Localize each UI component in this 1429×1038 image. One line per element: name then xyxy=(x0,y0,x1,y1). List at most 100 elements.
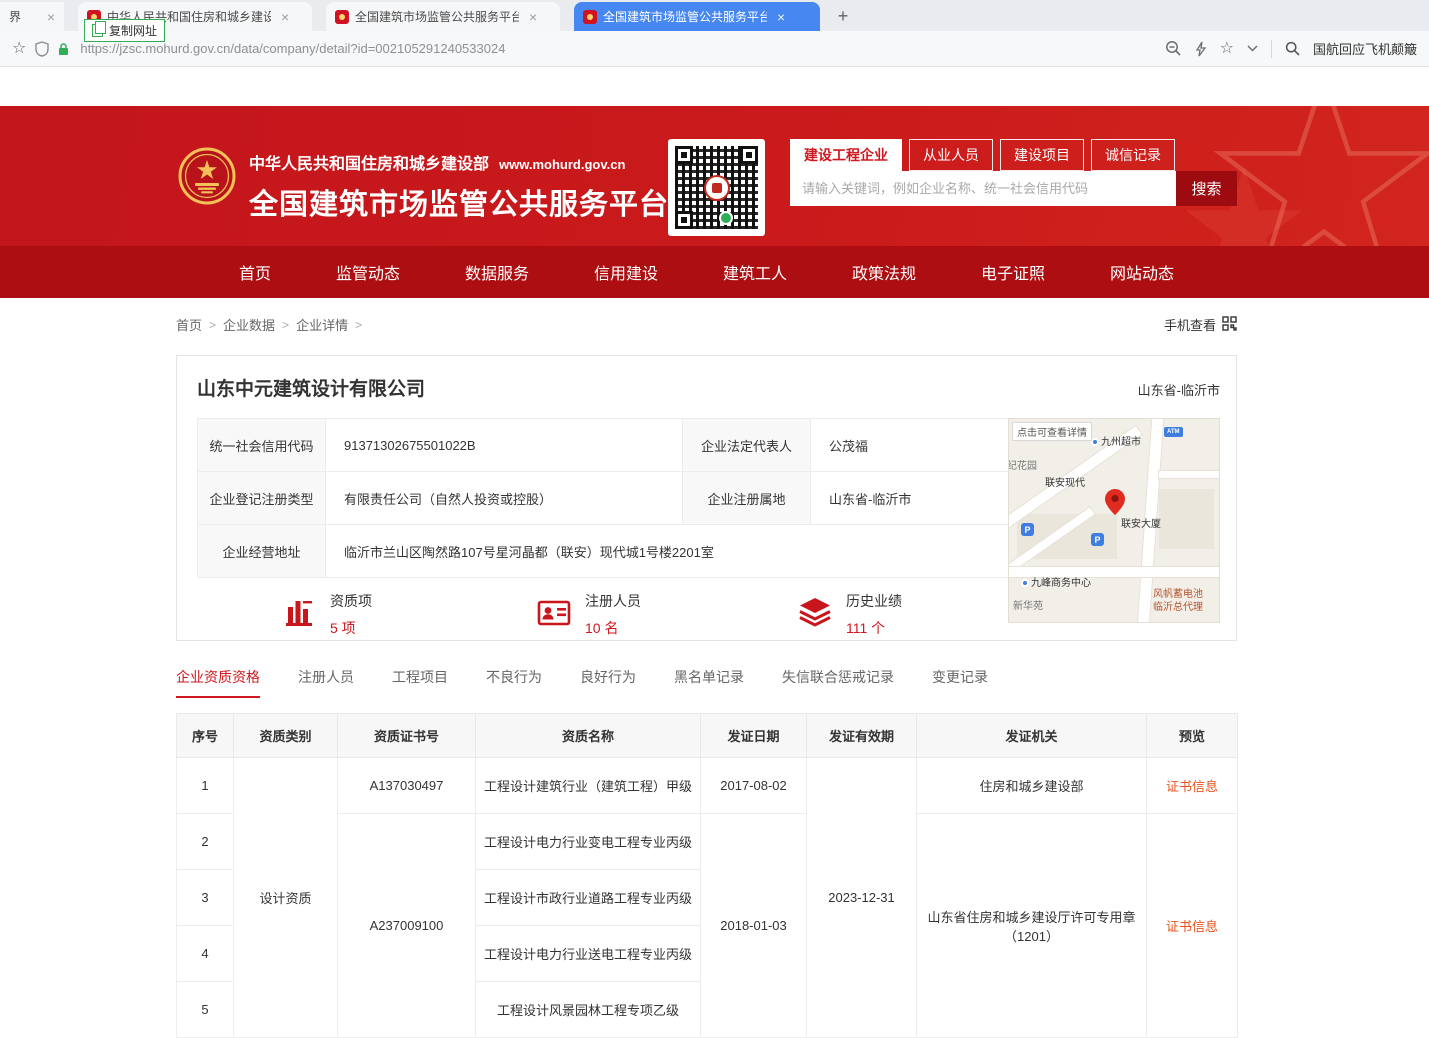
cell-qual-name: 工程设计风景园林工程专项乙级 xyxy=(476,982,701,1038)
ministry-url: www.mohurd.gov.cn xyxy=(499,157,625,172)
site-title: 全国建筑市场监管公共服务平台 xyxy=(249,181,669,223)
cell-authority: 山东省住房和城乡建设厅许可专用章（1201） xyxy=(917,814,1147,1038)
address-url[interactable]: https://jzsc.mohurd.gov.cn/data/company/… xyxy=(80,41,505,56)
tab-close-icon[interactable]: × xyxy=(47,10,55,24)
cell-qual-name: 工程设计电力行业变电工程专业丙级 xyxy=(476,814,701,870)
header-authority: 发证机关 xyxy=(917,714,1147,758)
cell-qual-name: 工程设计建筑行业（建筑工程）甲级 xyxy=(476,758,701,814)
company-location-map[interactable]: 点击可查看详情 九州超市 ATM 纪花园 联安现代 联安大厦 P P 九峰商务中… xyxy=(1008,418,1220,623)
nav-item-site-news[interactable]: 网站动态 xyxy=(1110,260,1174,284)
chevron-down-icon[interactable] xyxy=(1247,45,1258,52)
company-name: 山东中元建筑设计有限公司 xyxy=(197,374,425,401)
breadcrumb-separator: > xyxy=(209,318,216,332)
stat-value: 111 个 xyxy=(846,618,902,638)
tab-dishonesty-records[interactable]: 失信联合惩戒记录 xyxy=(782,667,894,698)
breadcrumb-company-detail: 企业详情 xyxy=(296,315,348,334)
nav-item-data-services[interactable]: 数据服务 xyxy=(465,260,529,284)
breadcrumb: 首页 > 企业数据 > 企业详情 > 手机查看 xyxy=(176,315,1237,334)
star-decoration xyxy=(1209,106,1429,246)
legal-rep-label: 企业法定代表人 xyxy=(683,419,811,472)
stat-historical-performance[interactable]: 历史业绩 111 个 xyxy=(719,591,980,638)
id-card-icon xyxy=(536,595,572,634)
browser-tab-jzsc-1[interactable]: 全国建筑市场监管公共服务平台 × xyxy=(326,2,560,31)
breadcrumb-company-data[interactable]: 企业数据 xyxy=(223,315,275,334)
stat-value: 10 名 xyxy=(585,618,641,638)
bookmark-star-icon[interactable]: ☆ xyxy=(12,41,26,57)
reg-region-label: 企业注册属地 xyxy=(683,472,811,525)
address-label: 企业经营地址 xyxy=(198,525,326,578)
address-bar-actions: ☆ 国航回应飞机颠簸 xyxy=(1165,39,1417,58)
qr-grid-icon xyxy=(1222,316,1237,334)
company-info-table: 统一社会信用代码 91371302675501022B 企业法定代表人 公茂福 … xyxy=(197,418,1027,578)
tab-change-records[interactable]: 变更记录 xyxy=(932,667,988,698)
breadcrumb-home[interactable]: 首页 xyxy=(176,315,202,334)
cell-preview: 证书信息 xyxy=(1147,814,1238,1038)
certificate-info-link[interactable]: 证书信息 xyxy=(1166,779,1218,794)
site-brand: 中华人民共和国住房和城乡建设部 www.mohurd.gov.cn 全国建筑市场… xyxy=(178,147,669,223)
map-poi-supermarket: 九州超市 xyxy=(1091,433,1141,448)
lightning-icon[interactable] xyxy=(1195,41,1207,57)
tab-projects[interactable]: 工程项目 xyxy=(392,667,448,698)
zoom-out-icon[interactable] xyxy=(1165,40,1182,57)
tab-qualifications[interactable]: 企业资质资格 xyxy=(176,667,260,698)
shield-icon[interactable] xyxy=(35,41,49,57)
poi-dot-icon xyxy=(1021,579,1029,587)
tab-good-behavior[interactable]: 良好行为 xyxy=(580,667,636,698)
map-poi-lianan-modern: 联安现代 xyxy=(1045,474,1085,489)
copy-icon xyxy=(92,24,103,37)
keyword-search-input[interactable] xyxy=(790,171,1176,206)
header-category: 资质类别 xyxy=(234,714,338,758)
tab-close-icon[interactable]: × xyxy=(529,10,537,24)
tab-title: 全国建筑市场监管公共服务平台 xyxy=(355,8,519,25)
search-tab-credit-records[interactable]: 诚信记录 xyxy=(1091,139,1175,171)
nav-item-supervision-news[interactable]: 监管动态 xyxy=(336,260,400,284)
certificate-info-link[interactable]: 证书信息 xyxy=(1166,919,1218,934)
tab-registered-personnel[interactable]: 注册人员 xyxy=(298,667,354,698)
tab-close-icon[interactable]: × xyxy=(777,10,785,24)
cell-issue-date: 2017-08-02 xyxy=(701,758,807,814)
map-poi-xinhuayuan: 新华苑 xyxy=(1013,597,1043,612)
qr-green-dot xyxy=(719,211,733,225)
company-stats: 资质项 5 项 注册人员 10 名 历史业绩 111 个 xyxy=(197,591,980,638)
search-tab-construction-enterprise[interactable]: 建设工程企业 xyxy=(790,139,902,171)
map-poi-battery-shop: 风帆蓄电池临沂总代理 xyxy=(1143,589,1213,614)
mobile-view-button[interactable]: 手机查看 xyxy=(1164,315,1237,334)
browser-tab-bar: 界 × 中华人民共和国住房和城乡建设 × 全国建筑市场监管公共服务平台 × 全国… xyxy=(0,0,1429,31)
browser-tab-partial[interactable]: 界 × xyxy=(0,2,64,31)
main-navigation: 首页 监管动态 数据服务 信用建设 建筑工人 政策法规 电子证照 网站动态 xyxy=(0,246,1429,298)
header-search-area: 建设工程企业 从业人员 建设项目 诚信记录 搜索 xyxy=(790,139,1237,206)
map-poi-business-center: 九峰商务中心 xyxy=(1021,574,1091,589)
company-detail-card: 山东中元建筑设计有限公司 山东省-临沂市 统一社会信用代码 9137130267… xyxy=(176,355,1237,641)
cell-seq: 5 xyxy=(177,982,234,1038)
nav-item-policies[interactable]: 政策法规 xyxy=(852,260,916,284)
header-preview: 预览 xyxy=(1147,714,1238,758)
cell-seq: 2 xyxy=(177,814,234,870)
nav-item-credit-building[interactable]: 信用建设 xyxy=(594,260,658,284)
search-button[interactable]: 搜索 xyxy=(1176,171,1237,206)
divider xyxy=(1271,40,1272,58)
browser-tab-jzsc-active[interactable]: 全国建筑市场监管公共服务平台 × xyxy=(574,2,820,31)
nav-item-home[interactable]: 首页 xyxy=(239,260,271,284)
copy-url-tooltip[interactable]: 复制网址 xyxy=(84,19,165,42)
table-row: 1 设计资质 A137030497 工程设计建筑行业（建筑工程）甲级 2017-… xyxy=(177,758,1238,814)
search-tab-practitioners[interactable]: 从业人员 xyxy=(909,139,993,171)
stat-qualifications[interactable]: 资质项 5 项 xyxy=(197,591,458,638)
search-icon[interactable] xyxy=(1285,41,1300,56)
hot-search-suggestion[interactable]: 国航回应飞机颠簸 xyxy=(1313,39,1417,58)
tab-blacklist[interactable]: 黑名单记录 xyxy=(674,667,744,698)
map-parking-icon: P xyxy=(1091,533,1104,546)
favorite-star-icon[interactable]: ☆ xyxy=(1220,41,1234,57)
layers-icon xyxy=(797,595,833,634)
nav-item-construction-workers[interactable]: 建筑工人 xyxy=(723,260,787,284)
reg-type-value: 有限责任公司（自然人投资或控股） xyxy=(326,472,683,525)
stat-registered-personnel[interactable]: 注册人员 10 名 xyxy=(458,591,719,638)
site-favicon-icon xyxy=(583,10,597,24)
tab-close-icon[interactable]: × xyxy=(281,10,289,24)
nav-item-e-certificates[interactable]: 电子证照 xyxy=(981,260,1045,284)
tab-bad-behavior[interactable]: 不良行为 xyxy=(486,667,542,698)
cell-seq: 1 xyxy=(177,758,234,814)
map-atm-icon: ATM xyxy=(1164,427,1183,437)
new-tab-button[interactable]: + xyxy=(830,3,856,29)
cell-issue-date: 2018-01-03 xyxy=(701,814,807,1038)
search-tab-projects[interactable]: 建设项目 xyxy=(1000,139,1084,171)
